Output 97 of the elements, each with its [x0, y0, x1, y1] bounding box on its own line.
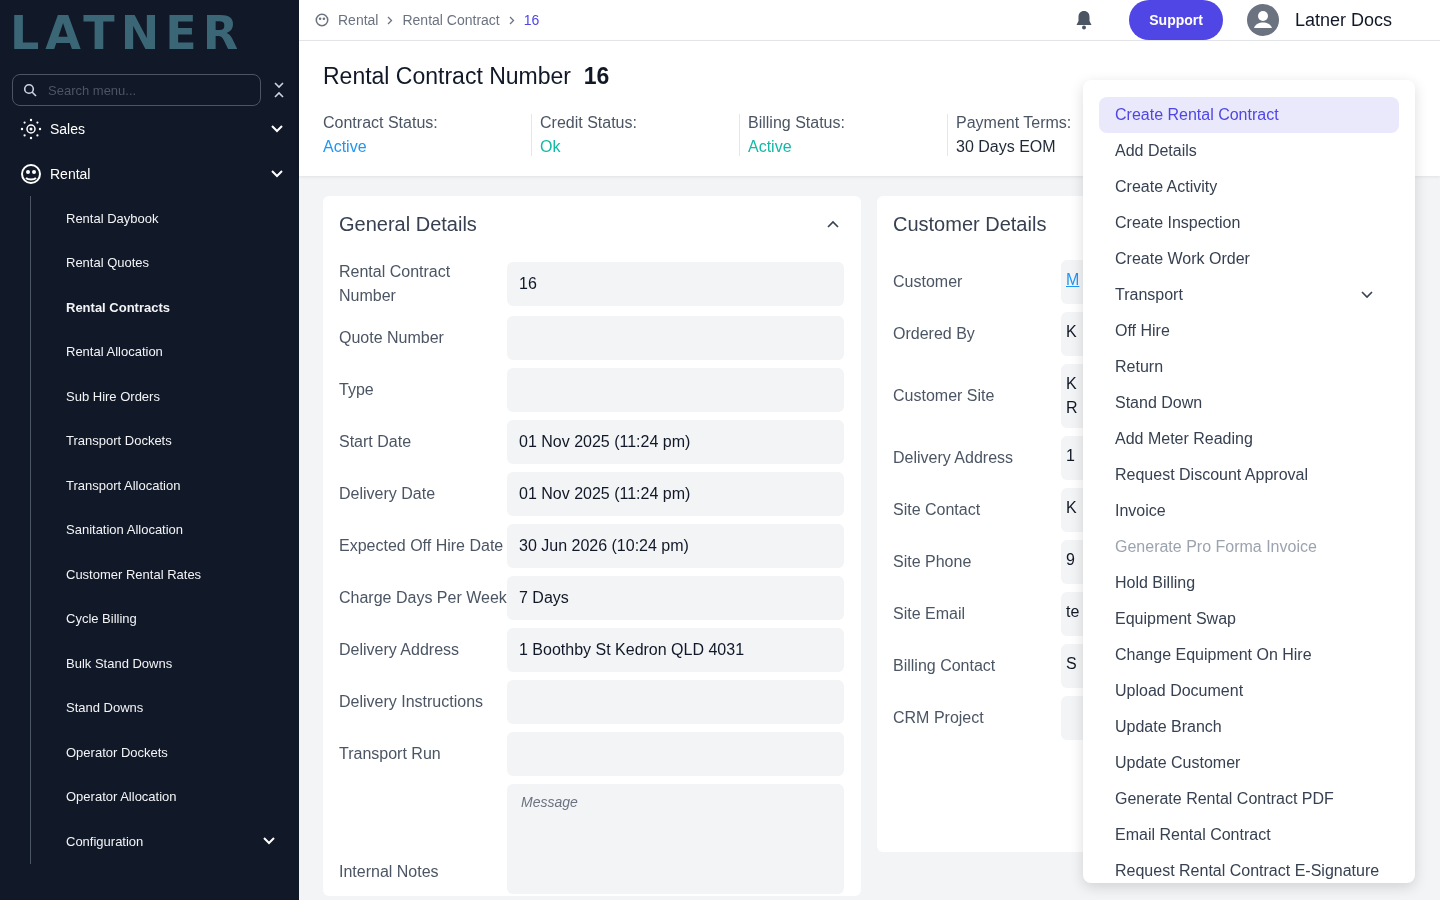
- menu-item[interactable]: Upload Document: [1099, 673, 1399, 709]
- field-label: Transport Run: [339, 744, 442, 764]
- card-title: Customer Details: [893, 212, 1047, 236]
- input-field[interactable]: 7 Days: [507, 576, 844, 620]
- chevron-right-icon: [508, 15, 515, 25]
- field-label: Delivery Date: [339, 484, 437, 504]
- field-label: Site Contact: [893, 500, 982, 520]
- sidebar-item[interactable]: Rental Daybook: [31, 196, 299, 241]
- page-title: Rental Contract Number 16: [323, 63, 611, 90]
- search-field[interactable]: Search menu...: [12, 74, 261, 106]
- menu-item[interactable]: Update Branch: [1099, 709, 1399, 745]
- menu-item[interactable]: Change Equipment On Hire: [1099, 637, 1399, 673]
- sidebar-item[interactable]: Rental Quotes: [31, 240, 299, 285]
- menu-item[interactable]: Add Meter Reading: [1099, 421, 1399, 457]
- field-label: Billing Contact: [893, 656, 997, 676]
- sidebar-item[interactable]: Bulk Stand Downs: [31, 641, 299, 686]
- menu-item[interactable]: Generate Rental Contract PDF: [1099, 781, 1399, 817]
- sidebar-group-label: Rental: [50, 165, 92, 182]
- menu-item[interactable]: Add Details: [1099, 133, 1399, 169]
- menu-item[interactable]: Create Work Order: [1099, 241, 1399, 277]
- menu-item[interactable]: Equipment Swap: [1099, 601, 1399, 637]
- field-label: Ordered By: [893, 324, 976, 344]
- field-label: Delivery Address: [893, 448, 1015, 468]
- breadcrumb-link[interactable]: Rental: [338, 12, 379, 28]
- input-field[interactable]: 1 Boothby St Kedron QLD 4031: [507, 628, 844, 672]
- sidebar-item[interactable]: Stand Downs: [31, 685, 299, 730]
- field-label: Customer: [893, 272, 964, 292]
- field-label: Delivery Address: [339, 640, 461, 660]
- sidebar-item[interactable]: Sanitation Allocation: [31, 507, 299, 552]
- status-label: Contract Status:: [323, 114, 438, 132]
- status-label: Credit Status:: [540, 114, 637, 132]
- chevron-icon: [271, 124, 283, 133]
- sidebar-group[interactable]: Sales: [0, 106, 299, 151]
- avatar-icon[interactable]: [1246, 4, 1279, 36]
- sidebar-item[interactable]: Operator Dockets: [31, 730, 299, 775]
- menu-item[interactable]: Transport: [1099, 277, 1399, 313]
- sidebar-item[interactable]: Rental Allocation: [31, 329, 299, 374]
- menu-item[interactable]: Create Activity: [1099, 169, 1399, 205]
- chevron-right-icon: [387, 15, 394, 25]
- field-label: Internal Notes: [339, 862, 440, 882]
- field-label: CRM Project: [893, 708, 985, 728]
- sidebar-item[interactable]: Configuration: [31, 819, 299, 864]
- face-icon: [20, 162, 42, 185]
- sidebar-item[interactable]: Cycle Billing: [31, 596, 299, 641]
- face-icon: [315, 13, 329, 27]
- field-label: Customer Site: [893, 386, 996, 406]
- chevron-icon: [271, 169, 283, 178]
- bell-icon[interactable]: [1075, 10, 1094, 30]
- search-icon: [23, 83, 37, 97]
- sales-icon: [20, 117, 42, 140]
- menu-item[interactable]: Return: [1099, 349, 1399, 385]
- status-value: 30 Days EOM: [956, 138, 1056, 156]
- field-label: Site Email: [893, 604, 967, 624]
- card-title: General Details: [339, 212, 477, 236]
- sidebar-item[interactable]: Transport Dockets: [31, 418, 299, 463]
- logo: LATNER: [9, 5, 246, 60]
- notes-field[interactable]: Message: [507, 784, 844, 894]
- sidebar-group-label: Sales: [50, 120, 87, 137]
- field-label: Rental Contract Number: [339, 262, 452, 306]
- sidebar-item[interactable]: Sub Hire Orders: [31, 374, 299, 419]
- menu-item[interactable]: Hold Billing: [1099, 565, 1399, 601]
- input-field[interactable]: 30 Jun 2026 (10:24 pm): [507, 524, 844, 568]
- status-value: Active: [748, 138, 792, 156]
- breadcrumb-link[interactable]: 16: [523, 12, 540, 28]
- support-button[interactable]: Support: [1129, 0, 1223, 40]
- field-label: Expected Off Hire Date: [339, 536, 505, 556]
- user-name: Latner Docs: [1294, 9, 1392, 31]
- menu-item[interactable]: Off Hire: [1099, 313, 1399, 349]
- menu-item[interactable]: Request Rental Contract E-Signature: [1099, 853, 1399, 883]
- field-label: Quote Number: [339, 328, 445, 348]
- status-label: Payment Terms:: [956, 114, 1072, 132]
- status-value: Active: [323, 138, 367, 156]
- sidebar-item[interactable]: Operator Allocation: [31, 774, 299, 819]
- menu-item[interactable]: Email Rental Contract: [1099, 817, 1399, 853]
- sidebar-group[interactable]: Rental: [0, 151, 299, 196]
- breadcrumb-link[interactable]: Rental Contract: [402, 12, 500, 28]
- sidebar-item[interactable]: Transport Allocation: [31, 463, 299, 508]
- field-label: Type: [339, 380, 375, 400]
- chevron-icon[interactable]: [827, 220, 839, 228]
- status-value: Ok: [540, 138, 561, 156]
- input-field[interactable]: 01 Nov 2025 (11:24 pm): [507, 420, 844, 464]
- menu-item[interactable]: Invoice: [1099, 493, 1399, 529]
- input-field[interactable]: 01 Nov 2025 (11:24 pm): [507, 472, 844, 516]
- field-label: Start Date: [339, 432, 413, 452]
- menu-item[interactable]: Request Discount Approval: [1099, 457, 1399, 493]
- menu-item[interactable]: Create Rental Contract: [1099, 97, 1399, 133]
- field-label: Delivery Instructions: [339, 692, 485, 712]
- field-label: Charge Days Per Week: [339, 588, 507, 608]
- input-field[interactable]: 16: [507, 262, 844, 306]
- field-label: Site Phone: [893, 552, 973, 572]
- collapse-icon[interactable]: [273, 81, 285, 99]
- sidebar-item[interactable]: Customer Rental Rates: [31, 552, 299, 597]
- menu-item[interactable]: Stand Down: [1099, 385, 1399, 421]
- menu-item[interactable]: Update Customer: [1099, 745, 1399, 781]
- sidebar-item[interactable]: Rental Contracts: [31, 285, 299, 330]
- menu-item[interactable]: Create Inspection: [1099, 205, 1399, 241]
- status-label: Billing Status:: [748, 114, 845, 132]
